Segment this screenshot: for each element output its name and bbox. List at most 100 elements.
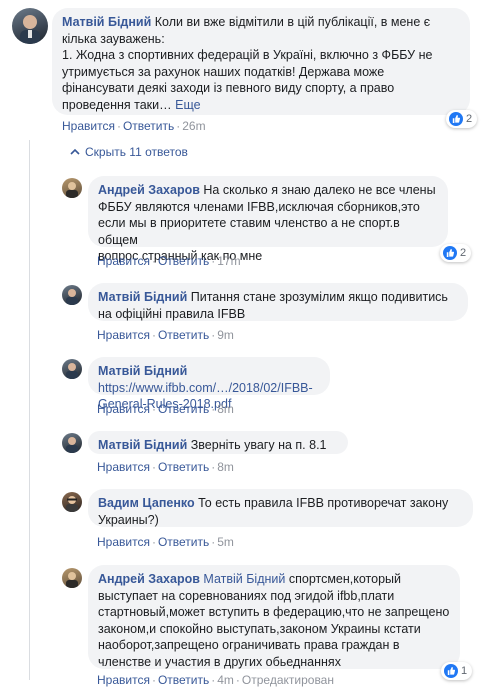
separator: ·	[211, 402, 216, 416]
reply-author[interactable]: Вадим Цапенко	[98, 496, 195, 510]
reply-text-line: законом,и спокойно выступать,законом Укр…	[98, 621, 421, 636]
separator: ·	[151, 402, 156, 416]
reaction-count-text: 1	[461, 665, 468, 677]
separator: ·	[151, 535, 156, 549]
user-photo-icon	[66, 572, 78, 588]
timestamp[interactable]: 17m	[217, 254, 240, 268]
like-button[interactable]: Нравится	[97, 402, 150, 416]
comment-actions: Нравится · Ответить · 26m	[62, 119, 206, 133]
reply-text-line: выступает на соревнованиях под эгидой if…	[98, 588, 395, 603]
separator: ·	[211, 328, 216, 342]
separator: ·	[235, 673, 240, 687]
avatar[interactable]	[62, 285, 82, 305]
separator: ·	[211, 535, 216, 549]
comment-text-line: фінансувати деякі заходи із певного виду…	[62, 81, 395, 95]
separator: ·	[151, 673, 156, 687]
reply-text-line: Украины?)	[98, 512, 159, 527]
like-button[interactable]: Нравится	[97, 535, 150, 549]
separator: ·	[151, 254, 156, 268]
user-photo-icon	[66, 437, 78, 453]
thread-line	[29, 140, 30, 680]
timestamp[interactable]: 4m	[217, 673, 234, 687]
separator: ·	[116, 119, 121, 133]
reply-author[interactable]: Матвій Бідний	[98, 438, 187, 452]
like-icon	[443, 246, 457, 260]
timestamp[interactable]: 26m	[182, 119, 205, 133]
reply-actions: Нравится · Ответить · 8m	[97, 460, 234, 474]
reply-author[interactable]: Андрей Захаров	[98, 183, 200, 197]
reply-button[interactable]: Ответить	[158, 328, 209, 342]
reply-button[interactable]: Ответить	[158, 254, 209, 268]
mention-link[interactable]: Матвій Бідний	[203, 572, 285, 586]
reply-button[interactable]: Ответить	[158, 402, 209, 416]
like-button[interactable]: Нравится	[97, 328, 150, 342]
avatar[interactable]	[12, 8, 48, 44]
user-photo-icon	[66, 363, 78, 379]
like-button[interactable]: Нравится	[97, 254, 150, 268]
reply-button[interactable]: Ответить	[158, 535, 209, 549]
comment-text-line: утримується за рахунок наших податків! Д…	[62, 64, 385, 79]
avatar[interactable]	[62, 568, 82, 588]
timestamp[interactable]: 9m	[217, 328, 234, 342]
reaction-count-text: 2	[460, 247, 467, 259]
reply-actions: Нравится · Ответить · 5m	[97, 535, 234, 549]
reply-actions: Нравится · Ответить · 9m	[97, 328, 234, 342]
reply-text-line: на офіційні правила IFBB	[98, 306, 246, 321]
see-more-link[interactable]: Еще	[175, 98, 200, 112]
timestamp[interactable]: 5m	[217, 535, 234, 549]
hide-replies-label: Скрыть 11 ответов	[85, 145, 188, 159]
reply-actions: Нравится · Ответить · 17m	[97, 254, 241, 268]
reply-actions: Нравится · Ответить · 4m · Отредактирован	[97, 673, 334, 687]
comment-text-line: проведення таки…	[62, 97, 172, 112]
comment-author[interactable]: Матвій Бідний	[62, 15, 151, 29]
separator: ·	[211, 673, 216, 687]
reply-text-line: То есть правила IFBB противоречат закону	[198, 496, 449, 510]
chevron-up-icon	[70, 148, 80, 155]
separator: ·	[151, 460, 156, 474]
hide-replies-link[interactable]: Скрыть 11 ответов	[70, 145, 188, 159]
reply-text-line: Питання стане зрозумілим якщо подивитись	[190, 290, 448, 304]
reply-button[interactable]: Ответить	[158, 673, 209, 687]
user-photo-icon	[66, 182, 78, 198]
reply-bubble: Матвій Бідний Зверніть увагу на п. 8.1	[88, 431, 348, 454]
reply-author[interactable]: Андрей Захаров	[98, 572, 200, 586]
edited-label[interactable]: Отредактирован	[242, 673, 334, 687]
reply-text-line: спортсмен,который	[288, 572, 402, 586]
reply-text-line: стартновый,может вступить в федерацию,чт…	[98, 605, 450, 619]
reply-bubble: Андрей Захаров На сколько я знаю далеко …	[88, 176, 448, 263]
user-photo-icon	[20, 15, 40, 44]
like-button[interactable]: Нравится	[62, 119, 115, 133]
like-button[interactable]: Нравится	[97, 673, 150, 687]
separator: ·	[151, 328, 156, 342]
avatar[interactable]	[62, 433, 82, 453]
shared-link[interactable]: https://www.ifbb.com/…/2018/02/IFBB-	[98, 381, 313, 395]
reply-text-line: членстве и участия в других обьеднаннях	[98, 654, 341, 669]
reaction-count[interactable]: 2	[446, 110, 478, 128]
comment-text-line: Коли ви вже відмітили в цій публікації, …	[154, 15, 431, 29]
reply-text-line: На сколько я знаю далеко не все члены	[203, 183, 436, 197]
avatar[interactable]	[62, 359, 82, 379]
reply-text-line: наоборот,запрещено ограничивать права гр…	[98, 638, 400, 652]
reply-bubble: Вадим Цапенко То есть правила IFBB проти…	[88, 489, 473, 527]
separator: ·	[211, 460, 216, 474]
reply-text-line: Зверніть увагу на п. 8.1	[190, 438, 327, 452]
like-icon	[444, 664, 458, 678]
avatar[interactable]	[62, 178, 82, 198]
timestamp[interactable]: 8m	[217, 402, 234, 416]
reply-author[interactable]: Матвій Бідний	[98, 364, 187, 378]
avatar[interactable]	[62, 492, 82, 512]
reply-author[interactable]: Матвій Бідний	[98, 290, 187, 304]
reply-text-line: если мы в приоритете ставим членство а н…	[98, 216, 400, 247]
reply-text-line: ФББУ являются членами IFBB,исключая сбор…	[98, 199, 420, 214]
reaction-count-text: 2	[466, 113, 473, 125]
main-comment-bubble: Матвій Бідний Коли ви вже відмітили в ці…	[52, 8, 470, 115]
like-icon	[449, 112, 463, 126]
reply-bubble: Андрей Захаров Матвій Бідний спортсмен,к…	[88, 565, 460, 669]
reaction-count[interactable]: 2	[440, 244, 472, 262]
separator: ·	[211, 254, 216, 268]
like-button[interactable]: Нравится	[97, 460, 150, 474]
reply-button[interactable]: Ответить	[158, 460, 209, 474]
timestamp[interactable]: 8m	[217, 460, 234, 474]
reply-button[interactable]: Ответить	[123, 119, 174, 133]
reaction-count[interactable]: 1	[441, 662, 473, 680]
